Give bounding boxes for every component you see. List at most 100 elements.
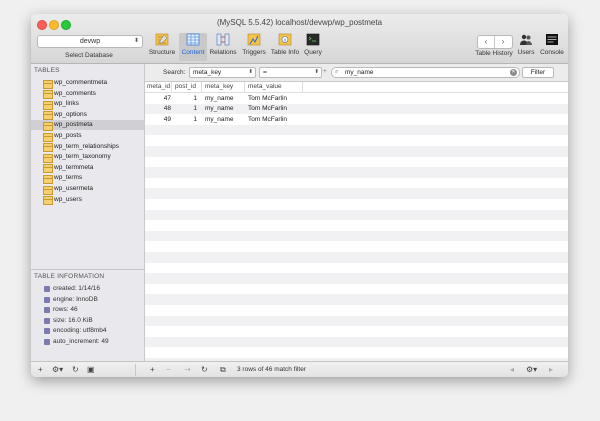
- column-divider[interactable]: [171, 82, 172, 92]
- table-row[interactable]: [145, 347, 568, 358]
- add-filter-icon[interactable]: +: [323, 68, 327, 75]
- table-row[interactable]: [145, 252, 568, 263]
- copy-rows-icon[interactable]: ⧉: [220, 365, 226, 375]
- table-row[interactable]: [145, 241, 568, 252]
- table-row[interactable]: [145, 167, 568, 178]
- table-row[interactable]: [145, 124, 568, 136]
- table-row[interactable]: [145, 336, 568, 348]
- status-text: 3 rows of 46 match filter: [237, 366, 306, 373]
- refresh-icon[interactable]: ↻: [72, 365, 79, 374]
- sidebar-item-wp-links[interactable]: wp_links: [31, 99, 144, 110]
- column-header-meta-key[interactable]: meta_key: [205, 83, 233, 90]
- column-divider[interactable]: [302, 82, 303, 92]
- sidebar-divider[interactable]: [31, 269, 144, 270]
- table-info-icon: [278, 33, 292, 46]
- next-page-icon[interactable]: ▸: [549, 365, 553, 374]
- table-cell[interactable]: 1: [175, 105, 197, 112]
- table-row[interactable]: 48 1 my_name Tom McFarlin: [145, 103, 568, 115]
- table-info-tool[interactable]: Table Info: [269, 33, 301, 61]
- table-row[interactable]: [145, 157, 568, 168]
- triggers-tool[interactable]: Triggers: [239, 33, 269, 61]
- table-cell[interactable]: my_name: [205, 116, 243, 123]
- table-row[interactable]: [145, 178, 568, 189]
- table-row[interactable]: [145, 263, 568, 274]
- table-cell[interactable]: Tom McFarlin: [248, 116, 300, 123]
- sidebar-item-wp-termmeta[interactable]: wp_termmeta: [31, 163, 144, 174]
- table-row[interactable]: 47 1 my_name Tom McFarlin: [145, 93, 568, 104]
- table-cell[interactable]: 49: [147, 116, 171, 123]
- database-select[interactable]: devwp ⬍: [37, 35, 143, 48]
- table-cell[interactable]: my_name: [205, 95, 243, 102]
- clear-search-icon[interactable]: ✕: [510, 69, 517, 76]
- table-name: wp_commentmeta: [54, 79, 108, 86]
- table-row[interactable]: 49 1 my_name Tom McFarlin: [145, 114, 568, 125]
- table-row[interactable]: [145, 199, 568, 210]
- column-header-post-id[interactable]: post_id: [175, 83, 196, 90]
- content-tool[interactable]: Content: [179, 33, 207, 61]
- table-cell[interactable]: Tom McFarlin: [248, 105, 300, 112]
- table-row[interactable]: [145, 188, 568, 199]
- console-tool[interactable]: Console: [538, 33, 566, 61]
- refresh-rows-icon[interactable]: ↻: [201, 365, 208, 374]
- table-icon: [43, 185, 53, 195]
- column-divider[interactable]: [244, 82, 245, 92]
- info-text: rows: 46: [53, 306, 78, 314]
- filter-operator-select[interactable]: = ⬍: [259, 67, 322, 78]
- table-row[interactable]: [145, 220, 568, 231]
- filter-field-value: meta_key: [193, 69, 222, 76]
- table-cell[interactable]: my_name: [205, 105, 243, 112]
- table-row[interactable]: [145, 315, 568, 327]
- sidebar-item-wp-usermeta[interactable]: wp_usermeta: [31, 184, 144, 195]
- toolbar: (MySQL 5.5.42) localhost/devwp/wp_postme…: [31, 14, 568, 64]
- duplicate-row-icon[interactable]: ⇢: [184, 365, 191, 374]
- table-cell[interactable]: Tom McFarlin: [248, 95, 300, 102]
- column-divider[interactable]: [201, 82, 202, 92]
- table-cell[interactable]: 1: [175, 95, 197, 102]
- add-row-icon[interactable]: +: [150, 365, 155, 374]
- chevron-left-icon[interactable]: ‹: [478, 36, 494, 48]
- table-row[interactable]: [145, 273, 568, 284]
- sidebar-item-wp-posts[interactable]: wp_posts: [31, 131, 144, 142]
- pane-split-handle[interactable]: [135, 364, 136, 376]
- table-cell[interactable]: 48: [147, 105, 171, 112]
- table-row[interactable]: [145, 146, 568, 157]
- table-cell[interactable]: 47: [147, 95, 171, 102]
- sidebar-item-wp-users[interactable]: wp_users: [31, 195, 144, 206]
- filter-tables-icon[interactable]: ▣: [87, 365, 95, 374]
- column-header-meta-value[interactable]: meta_value: [248, 83, 282, 90]
- remove-row-icon[interactable]: −: [166, 365, 171, 374]
- sidebar-item-wp-commentmeta[interactable]: wp_commentmeta: [31, 78, 144, 89]
- table-history-tool[interactable]: Table History: [473, 50, 515, 60]
- table-row[interactable]: [145, 209, 568, 221]
- relations-tool[interactable]: Relations: [208, 33, 238, 61]
- chevron-right-icon[interactable]: ›: [494, 36, 511, 48]
- sidebar-item-wp-term-relationships[interactable]: wp_term_relationships: [31, 142, 144, 153]
- structure-label: Structure: [148, 49, 176, 56]
- sidebar-item-wp-options[interactable]: wp_options: [31, 110, 144, 121]
- triggers-label: Triggers: [242, 49, 266, 56]
- select-arrows-icon: ⬍: [248, 69, 253, 75]
- sidebar-item-wp-comments[interactable]: wp_comments: [31, 89, 144, 100]
- filter-field-select[interactable]: meta_key ⬍: [189, 67, 256, 78]
- filter-button[interactable]: Filter: [522, 67, 554, 78]
- filter-value-input[interactable]: ⌕ my_name ✕: [331, 67, 520, 78]
- table-row[interactable]: [145, 135, 568, 146]
- gear-icon[interactable]: ⚙▾: [52, 365, 63, 374]
- table-cell[interactable]: 1: [175, 116, 197, 123]
- settings-icon[interactable]: ⚙▾: [526, 365, 537, 374]
- table-row[interactable]: [145, 294, 568, 305]
- query-tool[interactable]: Query: [302, 33, 324, 61]
- sidebar-item-wp-term-taxonomy[interactable]: wp_term_taxonomy: [31, 152, 144, 163]
- users-tool[interactable]: Users: [515, 33, 537, 61]
- table-row[interactable]: [145, 284, 568, 295]
- table-row[interactable]: [145, 326, 568, 337]
- app-window: (MySQL 5.5.42) localhost/devwp/wp_postme…: [31, 14, 568, 377]
- structure-tool[interactable]: Structure: [147, 33, 177, 61]
- sidebar-item-wp-postmeta[interactable]: wp_postmeta: [31, 120, 144, 131]
- table-row[interactable]: [145, 230, 568, 242]
- column-header-meta-id[interactable]: meta_id: [147, 83, 170, 90]
- sidebar-item-wp-terms[interactable]: wp_terms: [31, 173, 144, 184]
- table-row[interactable]: [145, 305, 568, 316]
- previous-page-icon[interactable]: ◂: [510, 365, 514, 374]
- add-table-icon[interactable]: +: [38, 365, 43, 374]
